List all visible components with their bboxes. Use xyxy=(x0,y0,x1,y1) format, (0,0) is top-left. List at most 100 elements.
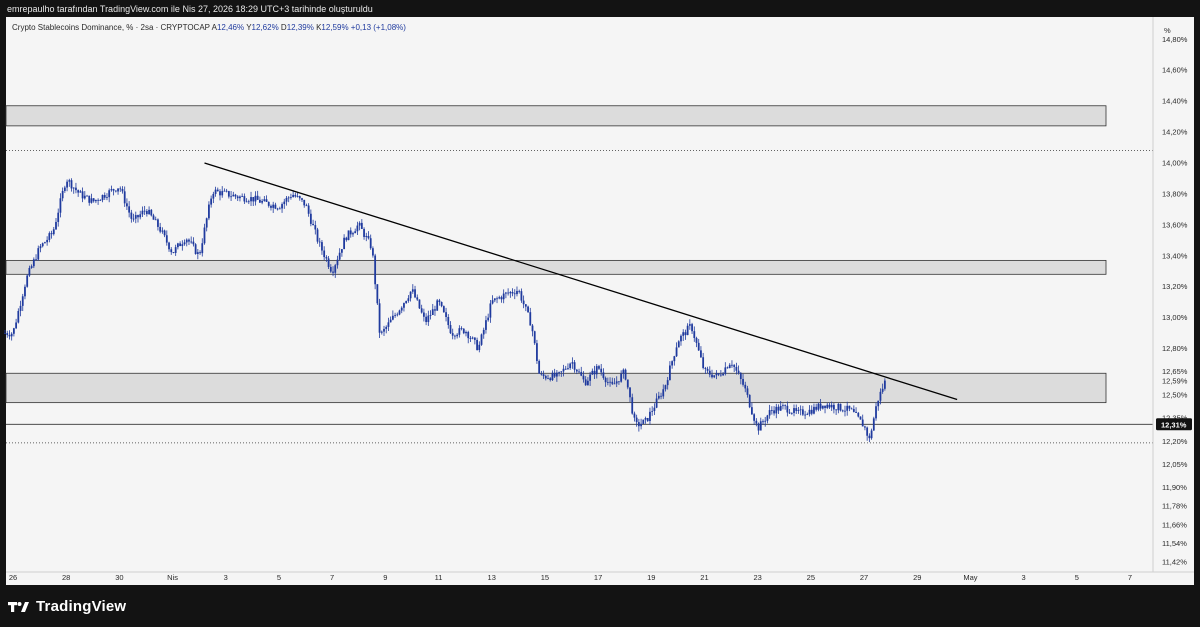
candle-body xyxy=(287,197,290,199)
candle-body xyxy=(870,430,873,439)
candle-body xyxy=(835,409,838,411)
candle-body xyxy=(90,198,93,203)
candle-body xyxy=(436,300,439,311)
candle-body xyxy=(828,404,831,408)
candle-body xyxy=(644,418,647,420)
candle-body xyxy=(290,197,292,198)
candle-body xyxy=(442,306,445,313)
candle-body xyxy=(660,395,662,397)
candle-body xyxy=(429,314,432,316)
candle-body xyxy=(724,367,727,374)
candle-body xyxy=(314,225,317,230)
legend-close-value: 12,59% xyxy=(321,23,349,32)
y-tick-label: 11,42% xyxy=(1162,557,1187,566)
candle-body xyxy=(589,374,592,381)
candle-body xyxy=(123,191,126,204)
candle-body xyxy=(241,196,244,197)
zone-box-0[interactable] xyxy=(5,105,1107,127)
candle-body xyxy=(664,385,667,390)
x-axis: 26 28 30 Nis 3 5 7 9 11 13 15 17 19 21 23 25 27 29 May 3 5 7 xyxy=(9,573,1132,582)
candle-body xyxy=(44,242,46,244)
candle-body xyxy=(784,405,787,407)
candle-body xyxy=(476,339,478,351)
candle-body xyxy=(524,304,527,307)
candle-body xyxy=(283,201,286,205)
candle-body xyxy=(143,210,146,212)
candle-body xyxy=(735,366,738,371)
price-chart[interactable]: %14,80% 14,60% 14,40% 14,20% 14,00% 13,80% 13,… xyxy=(0,0,1200,627)
candle-body xyxy=(301,198,303,200)
candle-body xyxy=(154,219,157,221)
candle-body xyxy=(77,190,80,193)
candle-body xyxy=(748,394,751,408)
candle-body xyxy=(868,435,871,439)
candle-body xyxy=(653,407,656,412)
candle-body xyxy=(358,222,361,226)
candle-body xyxy=(520,291,523,301)
x-tick-label: 3 xyxy=(224,573,228,582)
candle-body xyxy=(759,421,762,431)
candle-body xyxy=(564,368,567,370)
candle-body xyxy=(214,189,217,194)
y-tick-label: 11,90% xyxy=(1162,483,1187,492)
candle-body xyxy=(609,381,611,383)
candle-body xyxy=(671,361,674,366)
candle-body xyxy=(578,371,580,373)
candle-body xyxy=(380,331,383,333)
candle-body xyxy=(795,408,798,411)
y-axis: %14,80% 14,60% 14,40% 14,20% 14,00% 13,80% 13,… xyxy=(1156,26,1192,566)
candle-body xyxy=(285,197,288,202)
candle-body xyxy=(606,381,609,383)
candle-body xyxy=(367,235,370,239)
x-tick-label: May xyxy=(963,573,977,582)
candle-body xyxy=(270,205,272,208)
legend-high-value: 12,62% xyxy=(251,23,279,32)
candle-body xyxy=(50,233,53,235)
candle-body xyxy=(859,416,862,420)
candle-body xyxy=(782,405,784,407)
candle-body xyxy=(768,410,771,416)
candle-body xyxy=(693,331,696,338)
candle-body xyxy=(352,233,354,235)
legend-open-value: 12,46% xyxy=(216,23,245,32)
candle-body xyxy=(793,408,795,413)
candle-body xyxy=(425,316,428,323)
candle-body xyxy=(533,331,536,344)
candle-body xyxy=(770,410,773,411)
candle-body xyxy=(148,209,150,215)
symbol-title: Crypto Stablecoins Dominance, % · 2sa · … xyxy=(12,23,210,32)
candle-body xyxy=(715,373,718,376)
candle-body xyxy=(137,215,139,218)
candle-body xyxy=(223,190,226,192)
candle-body xyxy=(877,400,880,407)
candle-body xyxy=(445,312,447,317)
x-tick-label: 7 xyxy=(1128,573,1132,582)
candle-body xyxy=(15,322,18,329)
candle-body xyxy=(764,420,767,422)
candle-body xyxy=(398,310,401,315)
zone-box-2[interactable] xyxy=(5,372,1107,404)
candle-body xyxy=(810,409,813,414)
candle-body xyxy=(183,242,186,245)
candle-body xyxy=(635,417,638,423)
candle-body xyxy=(866,427,869,436)
candle-body xyxy=(252,197,255,202)
candle-body xyxy=(786,405,789,413)
candle-body xyxy=(746,388,749,395)
x-tick-label: Nis xyxy=(167,573,178,582)
candle-body xyxy=(551,372,554,381)
candle-body xyxy=(276,208,279,210)
candle-body xyxy=(389,319,392,323)
candle-body xyxy=(857,412,860,417)
candle-body xyxy=(567,368,569,369)
price-tag-label: 12,31% xyxy=(1161,420,1187,429)
zone-box-1[interactable] xyxy=(5,259,1107,275)
candle-body xyxy=(278,208,281,210)
candle-body xyxy=(360,222,363,229)
candle-body xyxy=(513,293,516,295)
candle-body xyxy=(101,195,104,201)
y-tick-label: 12,50% xyxy=(1162,390,1188,399)
candle-body xyxy=(152,215,155,220)
candle-body xyxy=(245,201,248,203)
trendline[interactable] xyxy=(204,162,958,401)
